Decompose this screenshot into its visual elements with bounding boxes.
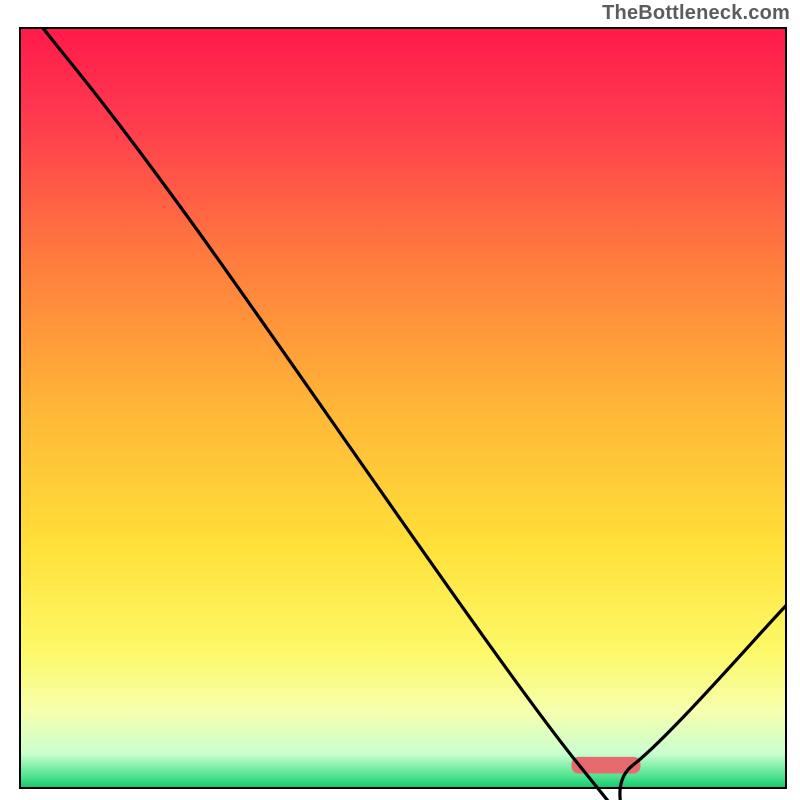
optimal-region-marker [572,757,641,774]
bottleneck-chart [0,0,800,800]
gradient-background [20,28,786,788]
chart-stage: TheBottleneck.com [0,0,800,800]
